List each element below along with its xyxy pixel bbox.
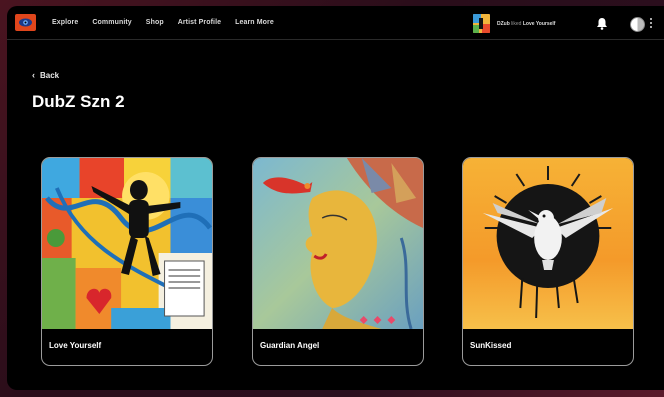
activity-user: DZub [497,20,510,27]
artwork-image [253,158,423,329]
artwork-card-love-yourself[interactable]: Love Yourself [41,157,213,366]
card-title: Guardian Angel [260,341,320,350]
page-title: DubZ Szn 2 [32,92,125,111]
nav-explore[interactable]: Explore [52,19,78,26]
nav-shop[interactable]: Shop [146,19,164,26]
vertical-dots-icon[interactable] [650,18,652,30]
card-title: Love Yourself [49,341,102,350]
activity-item-title: Love Yourself [522,20,556,27]
artwork-image [463,158,633,329]
back-label: Back [40,70,60,80]
artwork-card-sunkissed[interactable]: SunKissed [462,157,634,366]
chevron-left-icon: ‹ [32,70,35,80]
main-nav: Explore Community Shop Artist Profile Le… [52,19,288,26]
artwork-card-guardian-angel[interactable]: Guardian Angel [252,157,424,366]
artwork-image [42,158,212,329]
activity-verb: liked [511,20,522,27]
eye-logo-icon[interactable] [15,14,36,31]
activity-thumbnail [473,14,490,33]
nav-learn-more[interactable]: Learn More [235,19,274,26]
back-button[interactable]: ‹ Back [32,70,59,80]
bell-icon[interactable] [596,17,608,35]
activity-notice[interactable]: DZub liked Love Yourself [473,14,555,33]
top-nav-bar: Explore Community Shop Artist Profile Le… [7,6,664,40]
user-avatar[interactable] [630,17,645,32]
nav-artist-profile[interactable]: Artist Profile [178,19,221,26]
nav-community[interactable]: Community [92,19,131,26]
app-window: Explore Community Shop Artist Profile Le… [7,6,664,390]
card-title: SunKissed [470,341,512,350]
